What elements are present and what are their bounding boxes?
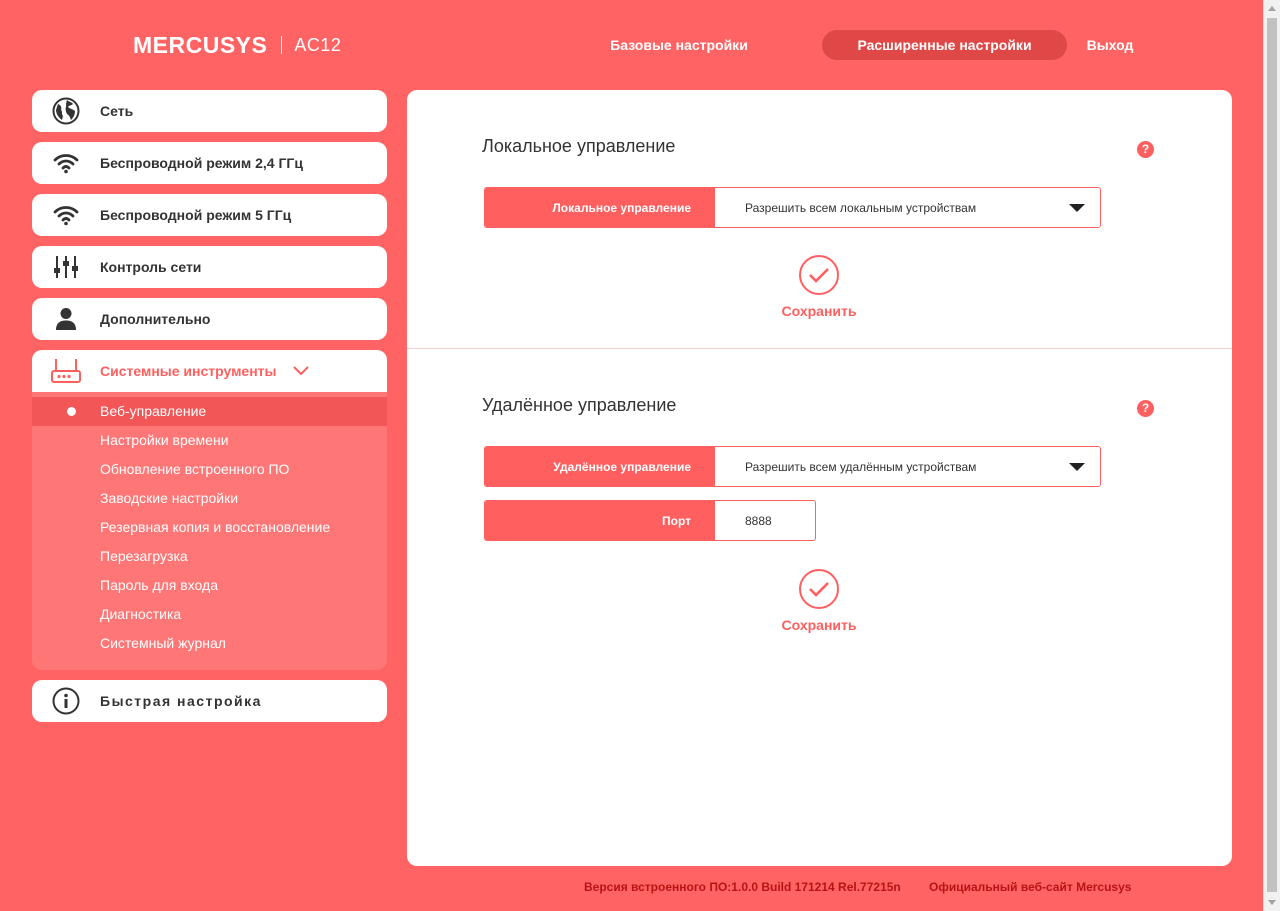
submenu-item-login-password[interactable]: Пароль для входа [32,571,387,600]
submenu-item-label: Резервная копия и восстановление [100,519,331,535]
remote-help-icon[interactable]: ? [1137,400,1154,417]
sidebar-item-label: Дополнительно [100,311,211,327]
local-management-label: Локальное управление [485,188,715,227]
main-panel: Локальное управление ? Локальное управле… [407,90,1232,866]
submenu-item-backup-restore[interactable]: Резервная копия и восстановление [32,513,387,542]
section-divider [407,348,1232,349]
remote-management-value[interactable]: Разрешить всем удалённым устройствам [715,447,1100,486]
user-icon [32,307,100,331]
wifi-icon [32,204,100,226]
sidebar-item-label: Беспроводной режим 2,4 ГГц [100,155,303,171]
sidebar-item-system-tools[interactable]: Системные инструменты [32,350,387,392]
scroll-thumb[interactable] [1267,18,1277,892]
sidebar-item-label: Беспроводной режим 5 ГГц [100,207,292,223]
remote-management-label: Удалённое управление [485,447,715,486]
sidebar-item-label: Контроль сети [100,259,202,275]
port-field[interactable]: Порт 8888 [484,500,816,541]
submenu-item-label: Системный журнал [100,635,226,651]
remote-management-select[interactable]: Удалённое управление Разрешить всем удал… [484,446,1101,487]
logo-separator [281,36,283,54]
submenu-item-label: Диагностика [100,606,182,622]
submenu-item-label: Заводские настройки [100,490,239,506]
local-management-selected-text: Разрешить всем локальным устройствам [745,200,977,215]
local-save-button[interactable]: Сохранить [769,255,869,319]
check-icon[interactable] [799,569,839,609]
router-icon [32,358,100,384]
sidebar-item-quick-setup[interactable]: Быстрая настройка [32,680,387,722]
submenu-item-factory-defaults[interactable]: Заводские настройки [32,484,387,513]
nav-advanced-settings[interactable]: Расширенные настройки [822,30,1067,60]
submenu-item-firmware-update[interactable]: Обновление встроенного ПО [32,455,387,484]
local-management-select[interactable]: Локальное управление Разрешить всем лока… [484,187,1101,228]
submenu-item-system-log[interactable]: Системный журнал [32,629,387,658]
save-label: Сохранить [781,303,857,319]
sidebar-item-wireless-24[interactable]: Беспроводной режим 2,4 ГГц [32,142,387,184]
sliders-icon [32,254,100,280]
selected-dot-icon [67,407,76,416]
firmware-version: Версия встроенного ПО:1.0.0 Build 171214… [584,880,901,894]
local-management-title: Локальное управление [482,136,676,156]
local-help-icon[interactable]: ? [1137,141,1154,158]
sidebar-item-label: Сеть [100,103,134,119]
sidebar-item-label: Быстрая настройка [100,693,262,709]
system-tools-submenu: Веб-управление Настройки времени Обновле… [32,392,387,670]
official-website-link[interactable]: Официальный веб-сайт Mercusys [929,880,1131,896]
remote-save-button[interactable]: Сохранить [769,569,869,633]
sidebar-item-network-control[interactable]: Контроль сети [32,246,387,288]
dropdown-caret-icon[interactable] [1069,204,1085,212]
port-input[interactable]: 8888 [715,501,815,540]
page-scrollbar[interactable] [1263,0,1280,911]
submenu-item-label: Настройки времени [100,432,229,448]
submenu-item-label: Обновление встроенного ПО [100,461,290,477]
save-label: Сохранить [781,617,857,633]
local-management-value[interactable]: Разрешить всем локальным устройствам [715,188,1100,227]
scroll-down-arrow[interactable] [1268,900,1276,905]
submenu-item-time-settings[interactable]: Настройки времени [32,426,387,455]
nav-logout[interactable]: Выход [1078,30,1142,60]
wifi-icon [32,152,100,174]
submenu-item-label: Пароль для входа [100,577,218,593]
brand-name: MERCUSYS [133,31,268,58]
port-label: Порт [485,501,715,540]
submenu-item-web-management[interactable]: Веб-управление [32,397,387,426]
info-icon [32,687,100,715]
dropdown-caret-icon[interactable] [1069,463,1085,471]
submenu-item-label: Перезагрузка [100,548,188,564]
logo: MERCUSYS AC12 [133,31,342,58]
globe-icon [32,97,100,125]
sidebar-item-wireless-5[interactable]: Беспроводной режим 5 ГГц [32,194,387,236]
chevron-down-icon [292,366,309,376]
scroll-up-arrow[interactable] [1268,6,1276,11]
submenu-item-diagnostics[interactable]: Диагностика [32,600,387,629]
sidebar-item-label: Системные инструменты [100,363,277,379]
nav-basic-settings[interactable]: Базовые настройки [596,30,762,60]
remote-management-title: Удалённое управление [482,395,677,415]
sidebar-item-advanced[interactable]: Дополнительно [32,298,387,340]
submenu-item-reboot[interactable]: Перезагрузка [32,542,387,571]
remote-management-selected-text: Разрешить всем удалённым устройствам [745,459,977,474]
model-name: AC12 [294,34,342,55]
check-icon[interactable] [799,255,839,295]
submenu-item-label: Веб-управление [100,403,207,419]
sidebar-item-network[interactable]: Сеть [32,90,387,132]
